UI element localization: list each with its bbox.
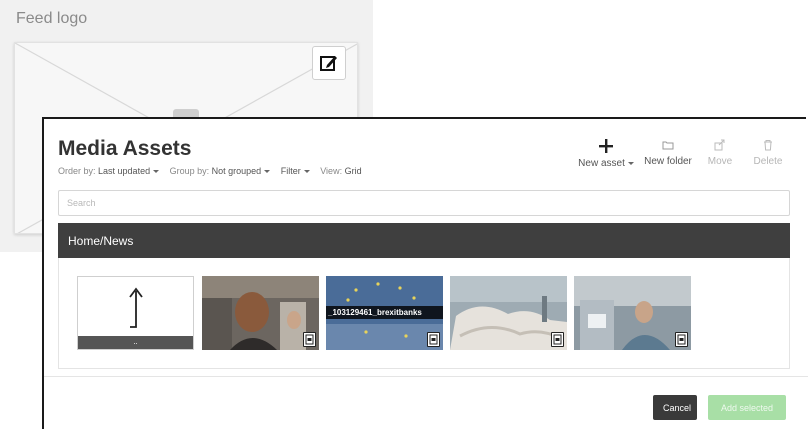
- view-selector[interactable]: View: Grid: [320, 166, 361, 176]
- asset-name: _103129461_brexitbanks: [326, 306, 443, 319]
- parent-folder-label: ..: [78, 336, 193, 349]
- asset-tile[interactable]: [450, 276, 567, 350]
- order-by-dropdown[interactable]: Order by: Last updated: [58, 166, 160, 176]
- new-asset-button[interactable]: New asset: [572, 139, 640, 169]
- edit-logo-button[interactable]: [312, 46, 346, 80]
- caret-down-icon: [303, 170, 310, 174]
- media-assets-dialog: Media Assets Order by: Last updated Grou…: [42, 117, 808, 429]
- move-icon: [714, 139, 725, 151]
- new-folder-button[interactable]: New folder: [641, 139, 695, 167]
- edit-icon: [320, 56, 337, 71]
- group-by-dropdown[interactable]: Group by: Not grouped: [170, 166, 271, 176]
- dialog-title: Media Assets: [58, 137, 192, 160]
- plus-icon: [599, 139, 613, 153]
- caret-down-icon: [627, 161, 634, 165]
- feed-logo-title: Feed logo: [16, 10, 88, 27]
- search-input[interactable]: [58, 190, 790, 216]
- footer-divider: [44, 376, 808, 377]
- asset-tile[interactable]: [202, 276, 319, 350]
- cancel-button[interactable]: Cancel: [653, 395, 697, 420]
- current-path-bar: Home/News: [58, 223, 790, 258]
- caret-down-icon: [153, 170, 160, 174]
- document-icon: [303, 332, 316, 347]
- current-path: Home/News: [68, 234, 134, 248]
- document-icon: [551, 332, 564, 347]
- asset-tile[interactable]: [574, 276, 691, 350]
- move-button[interactable]: Move: [700, 139, 740, 167]
- asset-thumbnail: [202, 276, 319, 350]
- add-selected-button[interactable]: Add selected: [708, 395, 786, 420]
- trash-icon: [764, 140, 772, 151]
- delete-button[interactable]: Delete: [746, 139, 790, 167]
- up-arrow-icon: [129, 287, 143, 328]
- document-icon: [675, 332, 688, 347]
- caret-down-icon: [264, 170, 271, 174]
- filter-dropdown[interactable]: Filter: [281, 166, 310, 176]
- view-options: Order by: Last updated Group by: Not gro…: [58, 166, 370, 176]
- asset-thumbnail: [450, 276, 567, 350]
- document-icon: [427, 332, 440, 347]
- parent-folder-tile[interactable]: ..: [77, 276, 194, 350]
- folder-icon: [662, 141, 674, 150]
- asset-grid: .. _103129461_brexitbanks: [58, 258, 790, 369]
- asset-tile[interactable]: _103129461_brexitbanks: [326, 276, 443, 350]
- asset-thumbnail: [574, 276, 691, 350]
